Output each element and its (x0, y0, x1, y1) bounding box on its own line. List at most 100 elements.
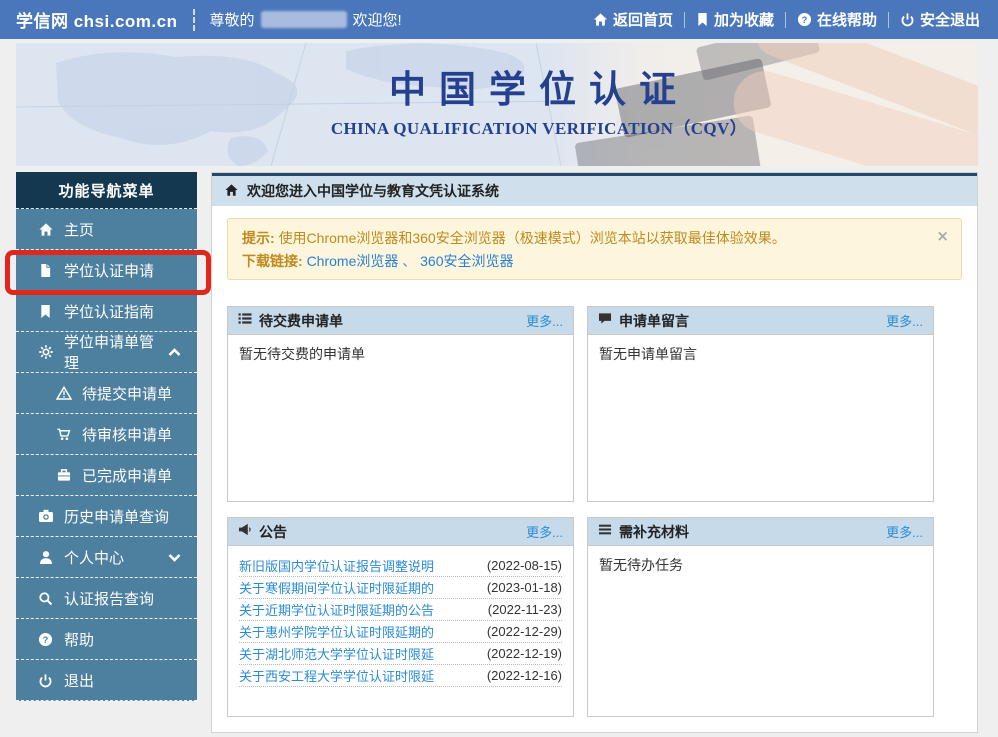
sidebar-item-history[interactable]: 历史申请单查询 (16, 496, 197, 537)
panel-messages: 申请单留言 更多... 暂无申请单留言 (587, 306, 934, 502)
sidebar-item-label: 认证报告查询 (64, 588, 154, 609)
panel-header: 待交费申请单 更多... (228, 307, 573, 335)
announcement-date: (2022-08-15) (487, 558, 562, 573)
sidebar-item-label: 主页 (64, 219, 94, 240)
announcement-link[interactable]: 新旧版国内学位认证报告调整说明 (239, 556, 434, 575)
question-circle-icon: ? (37, 632, 54, 647)
more-link[interactable]: 更多... (886, 311, 923, 330)
site-logo[interactable]: 学信网 chsi.com.cn (16, 7, 177, 32)
list-alt-icon (598, 523, 612, 541)
topbar-link-logout[interactable]: 安全退出 (900, 9, 980, 30)
more-link[interactable]: 更多... (526, 311, 563, 330)
panel-empty-text: 暂无待办任务 (588, 546, 933, 584)
sidebar-item-pending-submit[interactable]: 待提交申请单 (16, 373, 197, 414)
topbar-divider (193, 9, 195, 31)
file-icon (37, 263, 54, 278)
sidebar-item-label: 学位认证申请 (64, 260, 154, 281)
sidebar-item-completed[interactable]: 已完成申请单 (16, 455, 197, 496)
chevron-down-icon (168, 553, 181, 562)
banner: 中国学位认证 CHINA QUALIFICATION VERIFICATION（… (16, 43, 978, 166)
sidebar-item-logout[interactable]: 退出 (16, 660, 197, 701)
sidebar-item-label: 个人中心 (64, 547, 124, 568)
banner-title: 中国学位认证 (389, 70, 689, 113)
topbar-link-label: 返回首页 (613, 9, 673, 30)
announcement-date: (2022-11-23) (488, 602, 562, 617)
sidebar-item-label: 帮助 (64, 629, 94, 650)
announcement-link[interactable]: 关于惠州学院学位认证时限延期的 (239, 622, 434, 641)
announcement-link[interactable]: 关于近期学位认证时限延期的公告 (239, 600, 434, 619)
panel-header: 申请单留言 更多... (588, 307, 933, 335)
user-icon (37, 550, 54, 565)
announcement-link[interactable]: 关于西安工程大学学位认证时限延 (239, 666, 434, 685)
topbar: 学信网 chsi.com.cn 尊敬的 欢迎您! 返回首页 加为收藏 ? 在线帮… (0, 0, 998, 39)
topbar-link-favorite[interactable]: 加为收藏 (696, 9, 774, 30)
panel-title: 申请单留言 (619, 311, 689, 331)
sidebar-item-manage[interactable]: 学位申请单管理 (16, 332, 197, 373)
sidebar-header: 功能导航菜单 (16, 172, 197, 209)
sidebar-item-report-query[interactable]: 认证报告查询 (16, 578, 197, 619)
home-icon (593, 12, 608, 27)
sidebar-item-help[interactable]: ? 帮助 (16, 619, 197, 660)
panel-pending-payment: 待交费申请单 更多... 暂无待交费的申请单 (227, 306, 574, 502)
panel-empty-text: 暂无申请单留言 (588, 335, 933, 373)
tip-label: 提示: (242, 230, 275, 246)
topbar-link-label: 加为收藏 (714, 9, 774, 30)
panel-title: 待交费申请单 (259, 311, 343, 331)
tip-text: 使用Chrome浏览器和360安全浏览器（极速模式）浏览本站以获取最佳体验效果。 (279, 230, 786, 246)
announcement-link[interactable]: 关于湖北师范大学学位认证时限延 (239, 644, 434, 663)
topbar-separator (888, 12, 889, 28)
sidebar-item-home[interactable]: 主页 (16, 209, 197, 250)
panel-header: 公告 更多... (228, 518, 573, 546)
topbar-link-help[interactable]: ? 在线帮助 (797, 9, 877, 30)
announcement-link[interactable]: 关于寒假期间学位认证时限延期的 (239, 578, 434, 597)
more-link[interactable]: 更多... (526, 522, 563, 541)
topbar-links: 返回首页 加为收藏 ? 在线帮助 安全退出 (593, 9, 980, 30)
topbar-separator (684, 12, 685, 28)
announcement-list: 新旧版国内学位认证报告调整说明 (2022-08-15) 关于寒假期间学位认证时… (228, 546, 573, 696)
browser-tip-box: 提示: 使用Chrome浏览器和360安全浏览器（极速模式）浏览本站以获取最佳体… (227, 218, 962, 280)
search-icon (37, 591, 54, 606)
announcement-row: 关于惠州学院学位认证时限延期的 (2022-12-29) (239, 621, 562, 643)
bookmark-icon (696, 12, 709, 27)
close-icon[interactable]: × (936, 225, 949, 248)
sidebar-item-label: 待提交申请单 (82, 383, 172, 404)
sidebar: 功能导航菜单 主页 学位认证申请 学位认证指南 学位申请单管理 待提交申请单 待… (16, 172, 197, 701)
greeting: 尊敬的 欢迎您! (209, 9, 401, 30)
banner-text: 中国学位认证 CHINA QUALIFICATION VERIFICATION（… (16, 43, 978, 166)
panel-materials: 需补充材料 更多... 暂无待办任务 (587, 517, 934, 717)
more-link[interactable]: 更多... (886, 522, 923, 541)
power-icon (900, 12, 915, 27)
topbar-separator (785, 12, 786, 28)
power-icon (37, 673, 54, 688)
svg-text:?: ? (43, 634, 49, 644)
announcement-date: (2022-12-16) (487, 668, 562, 683)
sidebar-item-pending-review[interactable]: 待审核申请单 (16, 414, 197, 455)
chrome-download-link[interactable]: Chrome浏览器 (307, 253, 399, 269)
camera-icon (37, 509, 54, 523)
sidebar-item-personal[interactable]: 个人中心 (16, 537, 197, 578)
announcement-date: (2022-12-19) (487, 646, 562, 661)
welcome-title: 欢迎您进入中国学位与教育文凭认证系统 (247, 181, 499, 201)
announcement-row: 关于寒假期间学位认证时限延期的 (2023-01-18) (239, 577, 562, 599)
comment-icon (598, 312, 612, 330)
topbar-link-home[interactable]: 返回首页 (593, 9, 673, 30)
tip-line2: 下载链接: Chrome浏览器 、 360安全浏览器 (242, 250, 947, 273)
360-download-link[interactable]: 360安全浏览器 (420, 253, 513, 269)
sidebar-item-label: 待审核申请单 (82, 424, 172, 445)
gear-icon (37, 344, 54, 360)
sidebar-item-label: 已完成申请单 (82, 465, 172, 486)
sidebar-item-label: 学位申请单管理 (64, 331, 158, 373)
announcement-row: 关于湖北师范大学学位认证时限延 (2022-12-19) (239, 643, 562, 665)
home-icon (224, 183, 239, 200)
list-icon (238, 312, 252, 330)
briefcase-icon (55, 468, 72, 482)
sidebar-item-degree-apply[interactable]: 学位认证申请 (16, 250, 197, 291)
welcome-header: 欢迎您进入中国学位与教育文凭认证系统 (212, 173, 977, 206)
announcement-row: 新旧版国内学位认证报告调整说明 (2022-08-15) (239, 555, 562, 577)
sidebar-item-guide[interactable]: 学位认证指南 (16, 291, 197, 332)
panel-title: 公告 (259, 522, 287, 542)
sidebar-item-label: 退出 (64, 670, 94, 691)
sidebar-item-label: 历史申请单查询 (64, 506, 169, 527)
greeting-prefix: 尊敬的 (209, 9, 254, 30)
svg-text:?: ? (802, 15, 808, 25)
